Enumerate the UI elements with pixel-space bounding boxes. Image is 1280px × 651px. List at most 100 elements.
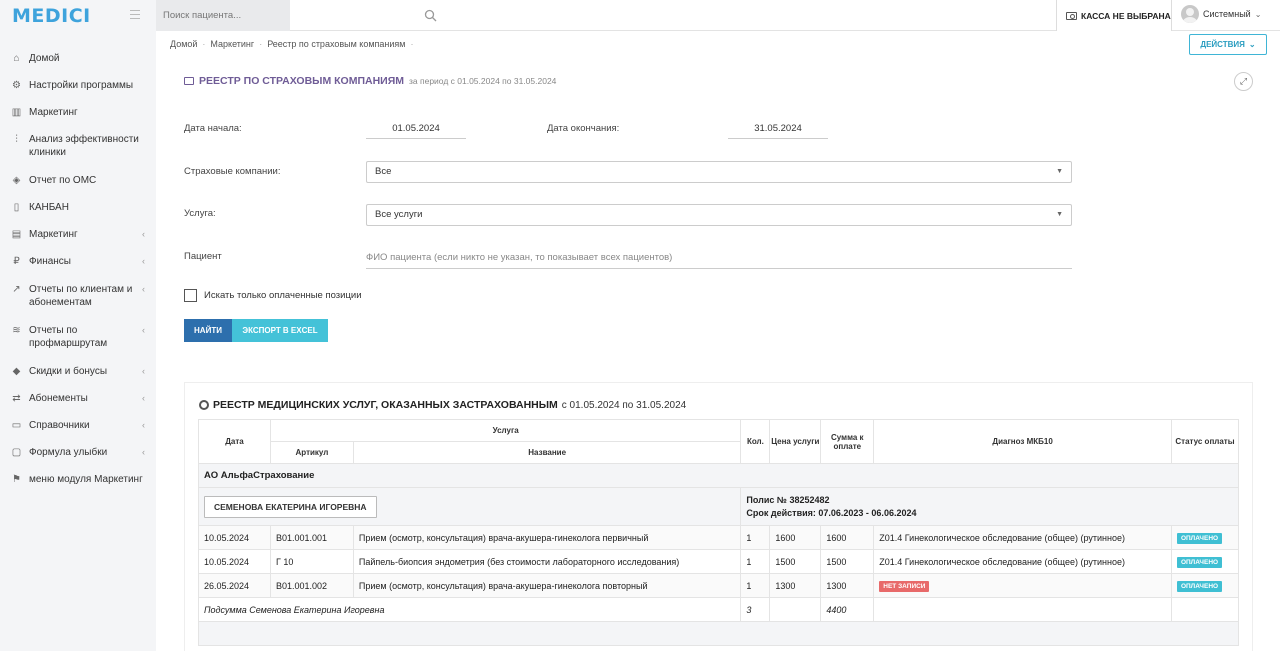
subtotal-row: Подсумма Семенова Екатерина Игоревна 3 4… (197, 597, 1240, 622)
cash-icon (1066, 11, 1077, 20)
start-date-label: Дата начала: (184, 123, 242, 134)
end-date-label: Дата окончания: (547, 123, 620, 134)
row-price: 1500 (769, 549, 822, 574)
caret-down-icon: ▼ (1056, 211, 1063, 218)
column-header-service: Услуга (269, 419, 742, 442)
ruble-icon: ₽ (13, 256, 20, 267)
patient-name-button[interactable]: СЕМЕНОВА ЕКАТЕРИНА ИГОРЕВНА (204, 495, 377, 518)
column-header-diagnosis: Диагноз МКБ10 (873, 419, 1172, 464)
find-button[interactable]: НАЙТИ (184, 319, 232, 342)
row-date: 26.05.2024 (198, 573, 271, 598)
sidebar-item-marketing-menu[interactable]: ⚑ меню модуля Маркетинг (11, 473, 151, 486)
sliders-icon: ⫶ (15, 134, 18, 145)
actions-button[interactable]: ДЕЙСТВИЯ ⌄ (1189, 34, 1267, 55)
insurers-select[interactable]: Все ▼ (366, 161, 1072, 183)
registry-table: Дата Услуга Кол. Цена услуги Сумма к опл… (197, 419, 1240, 646)
chart-icon: ▥ (11, 107, 22, 118)
table-row: 26.05.2024 B01.001.002 Прием (осмотр, ко… (198, 573, 1240, 598)
sidebar-item-label: Анализ эффективности клиники (29, 134, 139, 158)
top-bar: MEDICI КАССА НЕ ВЫБРАНА Системный ⌄ (0, 0, 1280, 31)
cash-register-label: КАССА НЕ ВЫБРАНА (1081, 10, 1171, 21)
comment-icon (184, 77, 194, 85)
table-row: 10.05.2024 Г 10 Пайпель-биопсия эндометр… (198, 549, 1240, 574)
breadcrumb-marketing[interactable]: Маркетинг (210, 39, 254, 49)
breadcrumb-home[interactable]: Домой (170, 39, 197, 49)
column-header-sum: Сумма к оплате (820, 419, 875, 464)
sidebar-item-settings[interactable]: ⚙ Настройки программы (11, 79, 151, 92)
row-date: 10.05.2024 (198, 525, 271, 550)
service-select-value: Все услуги (375, 209, 423, 220)
bar-chart-icon: ▤ (11, 229, 22, 240)
logo-area: MEDICI (0, 0, 156, 31)
empty-row (198, 621, 1239, 646)
patient-label: Пациент (184, 251, 222, 262)
subtotal-sum: 4400 (820, 597, 875, 622)
page-title: РЕЕСТР ПО СТРАХОВЫМ КОМПАНИЯМ за период … (184, 75, 556, 87)
column-header-name: Название (352, 441, 742, 464)
subtotal-label: Подсумма Семенова Екатерина Игоревна (197, 597, 742, 622)
row-qty: 1 (740, 525, 771, 550)
sidebar-item-label: Домой (29, 53, 60, 64)
service-select[interactable]: Все услуги ▼ (366, 204, 1072, 226)
sidebar-item-kanban[interactable]: ▯ КАНБАН (11, 201, 151, 214)
sidebar-item-label: Настройки программы (29, 80, 134, 91)
row-article: B01.001.002 (269, 573, 354, 598)
paid-only-checkbox[interactable] (184, 289, 197, 302)
sidebar-item-home[interactable]: ⌂ Домой (11, 52, 151, 65)
columns-icon: ▯ (13, 202, 20, 213)
sidebar-item-label: Маркетинг (29, 229, 78, 240)
row-price: 1600 (769, 525, 822, 550)
sidebar-item-subscriptions[interactable]: ⇄ Абонементы ‹ (11, 392, 151, 405)
sidebar-item-label: меню модуля Маркетинг (29, 474, 143, 485)
sidebar-item-client-reports[interactable]: ↗ Отчеты по клиентам и абонементам ‹ (11, 283, 151, 309)
end-date-input[interactable] (728, 119, 828, 139)
logo[interactable]: MEDICI (12, 5, 91, 27)
cash-register-button[interactable]: КАССА НЕ ВЫБРАНА (1056, 0, 1172, 31)
chat-icon: ▢ (11, 447, 22, 458)
sidebar-item-marketing-group[interactable]: ▤ Маркетинг ‹ (11, 228, 151, 241)
expand-icon[interactable]: ⤢ (1234, 72, 1253, 91)
insurers-label: Страховые компании: (184, 166, 281, 177)
search-icon[interactable] (424, 9, 437, 22)
column-header-qty: Кол. (740, 419, 771, 464)
sidebar-item-directories[interactable]: ▭ Справочники ‹ (11, 419, 151, 432)
chevron-left-icon: ‹ (142, 420, 145, 430)
start-date-input[interactable] (366, 119, 466, 139)
sidebar-item-marketing[interactable]: ▥ Маркетинг (11, 106, 151, 119)
row-qty: 1 (740, 573, 771, 598)
paid-only-label: Искать только оплаченные позиции (204, 290, 362, 301)
column-header-article: Артикул (269, 441, 354, 464)
status-badge: ОПЛАЧЕНО (1176, 580, 1223, 592)
breadcrumb-separator: · (259, 39, 263, 49)
polis-validity: Срок действия: 07.06.2023 - 06.06.2024 (746, 507, 917, 518)
company-name: АО АльфаСтрахование (198, 463, 1239, 488)
row-sum: 1600 (820, 525, 875, 550)
sidebar-item-discounts[interactable]: ◆ Скидки и бонусы ‹ (11, 365, 151, 378)
user-menu[interactable]: Системный ⌄ (1181, 5, 1261, 23)
breadcrumb-separator: · (202, 39, 206, 49)
avatar (1181, 5, 1199, 23)
sidebar-item-smile-formula[interactable]: ▢ Формула улыбки ‹ (11, 446, 151, 459)
sidebar-item-label: Скидки и бонусы (29, 366, 108, 377)
menu-toggle-icon[interactable] (130, 10, 140, 19)
sidebar-item-label: Справочники (29, 420, 90, 431)
polis-number: Полис № 38252482 (746, 494, 830, 505)
export-excel-button[interactable]: ЭКСПОРТ В EXCEL (232, 319, 328, 342)
search-input[interactable] (156, 0, 266, 31)
row-article: B01.001.001 (269, 525, 354, 550)
sidebar-item-finance[interactable]: ₽ Финансы ‹ (11, 255, 151, 268)
patient-input[interactable] (366, 247, 1072, 269)
sidebar-item-label: КАНБАН (29, 202, 69, 213)
row-article: Г 10 (269, 549, 354, 574)
status-badge: ОПЛАЧЕНО (1176, 532, 1223, 544)
page-subtitle: за период с 01.05.2024 по 31.05.2024 (409, 76, 557, 86)
breadcrumb-separator: · (410, 39, 414, 49)
book-icon: ▭ (11, 420, 22, 431)
sidebar-item-oms-report[interactable]: ◈ Отчет по ОМС (11, 174, 151, 187)
sidebar-item-route-reports[interactable]: ≋ Отчеты по профмаршрутам ‹ (11, 324, 151, 350)
sidebar-item-label: Отчет по ОМС (29, 175, 97, 186)
sidebar: ⌂ Домой ⚙ Настройки программы ▥ Маркетин… (0, 31, 156, 651)
report-period: с 01.05.2024 по 31.05.2024 (561, 399, 687, 411)
user-name: Системный (1203, 9, 1251, 19)
sidebar-item-efficiency[interactable]: ⫶ Анализ эффективности клиники (11, 133, 151, 159)
